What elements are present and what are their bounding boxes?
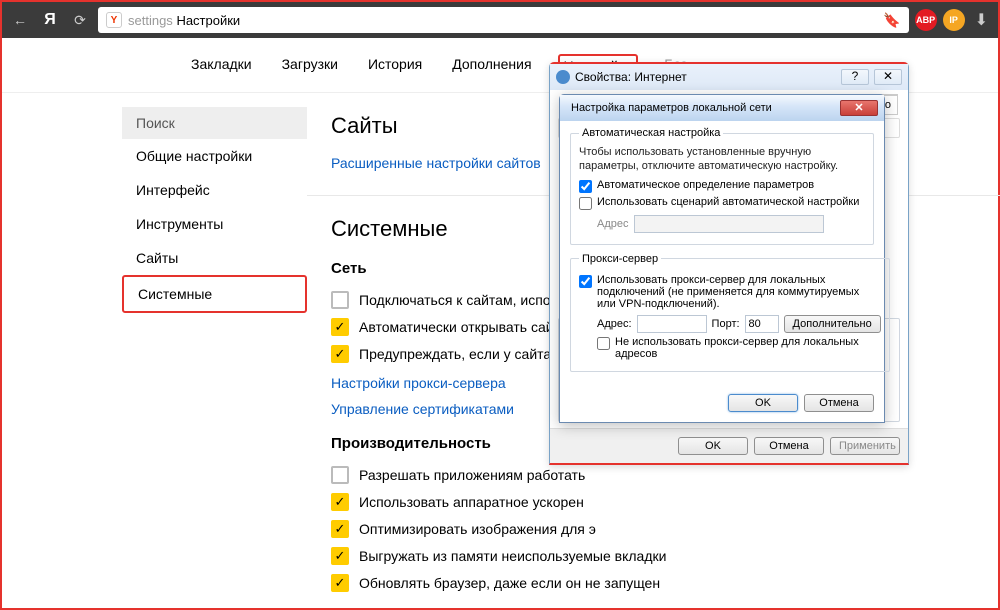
auto-detect-checkbox[interactable] <box>579 180 592 193</box>
address-bar[interactable]: Y settings Настройки 🔖 <box>98 7 909 33</box>
lan-dialog-title: Настройка параметров локальной сети <box>571 102 772 114</box>
use-proxy-label: Использовать прокси-сервер для локальных… <box>597 274 881 310</box>
sidebar-item-sites[interactable]: Сайты <box>122 241 307 275</box>
check-label: Разрешать приложениям работать <box>359 467 585 483</box>
yandex-logo[interactable]: Я <box>38 8 62 32</box>
checkbox[interactable] <box>331 466 349 484</box>
auto-config-legend: Автоматическая настройка <box>579 127 723 139</box>
globe-icon <box>556 70 570 84</box>
checkbox[interactable]: ✓ <box>331 318 349 336</box>
sidebar-search-header: Поиск <box>122 107 307 139</box>
sidebar-item-system[interactable]: Системные <box>122 275 307 313</box>
internet-properties-titlebar[interactable]: Свойства: Интернет ? ✕ <box>550 64 908 90</box>
sidebar-item-tools[interactable]: Инструменты <box>122 207 307 241</box>
lan-dialog-footer: OK Отмена <box>560 388 884 422</box>
abp-extension-icon[interactable]: ABP <box>915 9 937 31</box>
use-proxy-checkbox[interactable] <box>579 275 592 288</box>
dialog-title: Свойства: Интернет <box>575 70 687 84</box>
perf-check-2[interactable]: ✓ Оптимизировать изображения для э <box>331 520 978 538</box>
proxy-addr-label: Адрес: <box>597 318 632 330</box>
tab-history[interactable]: История <box>364 54 426 78</box>
help-button[interactable]: ? <box>841 69 869 85</box>
apply-button[interactable]: Применить <box>830 437 900 455</box>
use-proxy-row[interactable]: Использовать прокси-сервер для локальных… <box>579 274 881 310</box>
perf-check-3[interactable]: ✓ Выгружать из памяти неиспользуемые вкла… <box>331 547 978 565</box>
reload-button[interactable]: ⟳ <box>68 8 92 32</box>
proxy-addr-input[interactable] <box>637 315 707 333</box>
auto-script-label: Использовать сценарий автоматической нас… <box>597 196 859 208</box>
bookmark-icon[interactable]: 🔖 <box>883 12 900 29</box>
perf-check-4[interactable]: ✓ Обновлять браузер, даже если он не запу… <box>331 574 978 592</box>
proxy-port-input[interactable] <box>745 315 779 333</box>
check-label: Оптимизировать изображения для э <box>359 521 596 537</box>
tab-bookmarks[interactable]: Закладки <box>187 54 256 78</box>
sidebar-item-general[interactable]: Общие настройки <box>122 139 307 173</box>
back-button[interactable]: ← <box>8 8 32 32</box>
ok-button[interactable]: OK <box>728 394 798 412</box>
auto-config-group: Автоматическая настройка Чтобы использов… <box>570 127 874 245</box>
download-icon[interactable]: ⬇ <box>971 10 992 30</box>
tab-addons[interactable]: Дополнения <box>448 54 535 78</box>
close-button[interactable]: ✕ <box>874 69 902 85</box>
proxy-port-label: Порт: <box>712 318 740 330</box>
checkbox[interactable]: ✓ <box>331 574 349 592</box>
ip-extension-icon[interactable]: IP <box>943 9 965 31</box>
checkbox[interactable] <box>331 291 349 309</box>
bypass-local-checkbox[interactable] <box>597 337 610 350</box>
checkbox[interactable]: ✓ <box>331 520 349 538</box>
script-addr-label: Адрес <box>597 218 629 230</box>
bypass-local-label: Не использовать прокси-сервер для локаль… <box>615 336 881 360</box>
internet-properties-footer: OK Отмена Применить <box>550 428 908 463</box>
tab-downloads[interactable]: Загрузки <box>278 54 342 78</box>
lan-settings-dialog: Настройка параметров локальной сети ✕ Ав… <box>559 94 885 423</box>
proxy-group: Прокси-сервер Использовать прокси-сервер… <box>570 253 890 372</box>
bypass-local-row[interactable]: Не использовать прокси-сервер для локаль… <box>597 336 881 360</box>
cancel-button[interactable]: Отмена <box>754 437 824 455</box>
auto-detect-label: Автоматическое определение параметров <box>597 179 814 191</box>
ok-button[interactable]: OK <box>678 437 748 455</box>
site-icon: Y <box>106 12 122 28</box>
perf-check-0[interactable]: Разрешать приложениям работать <box>331 466 978 484</box>
auto-script-checkbox[interactable] <box>579 197 592 210</box>
settings-sidebar: Поиск Общие настройки Интерфейс Инструме… <box>122 93 307 601</box>
browser-toolbar: ← Я ⟳ Y settings Настройки 🔖 ABP IP ⬇ <box>2 2 998 38</box>
lan-dialog-titlebar[interactable]: Настройка параметров локальной сети ✕ <box>560 95 884 121</box>
checkbox[interactable]: ✓ <box>331 547 349 565</box>
advanced-button[interactable]: Дополнительно <box>784 315 881 333</box>
script-addr-input <box>634 215 824 233</box>
proxy-legend: Прокси-сервер <box>579 253 661 265</box>
checkbox[interactable]: ✓ <box>331 345 349 363</box>
checkbox[interactable]: ✓ <box>331 493 349 511</box>
check-label: Использовать аппаратное ускорен <box>359 494 584 510</box>
auto-config-desc: Чтобы использовать установленные вручную… <box>579 145 865 174</box>
check-label: Выгружать из памяти неиспользуемые вклад… <box>359 548 666 564</box>
auto-detect-row[interactable]: Автоматическое определение параметров <box>579 179 865 193</box>
sidebar-item-interface[interactable]: Интерфейс <box>122 173 307 207</box>
perf-check-1[interactable]: ✓ Использовать аппаратное ускорен <box>331 493 978 511</box>
close-button[interactable]: ✕ <box>840 100 878 116</box>
url-text: settings Настройки <box>128 13 240 28</box>
auto-script-row[interactable]: Использовать сценарий автоматической нас… <box>579 196 865 210</box>
cancel-button[interactable]: Отмена <box>804 394 874 412</box>
check-label: Обновлять браузер, даже если он не запущ… <box>359 575 660 591</box>
